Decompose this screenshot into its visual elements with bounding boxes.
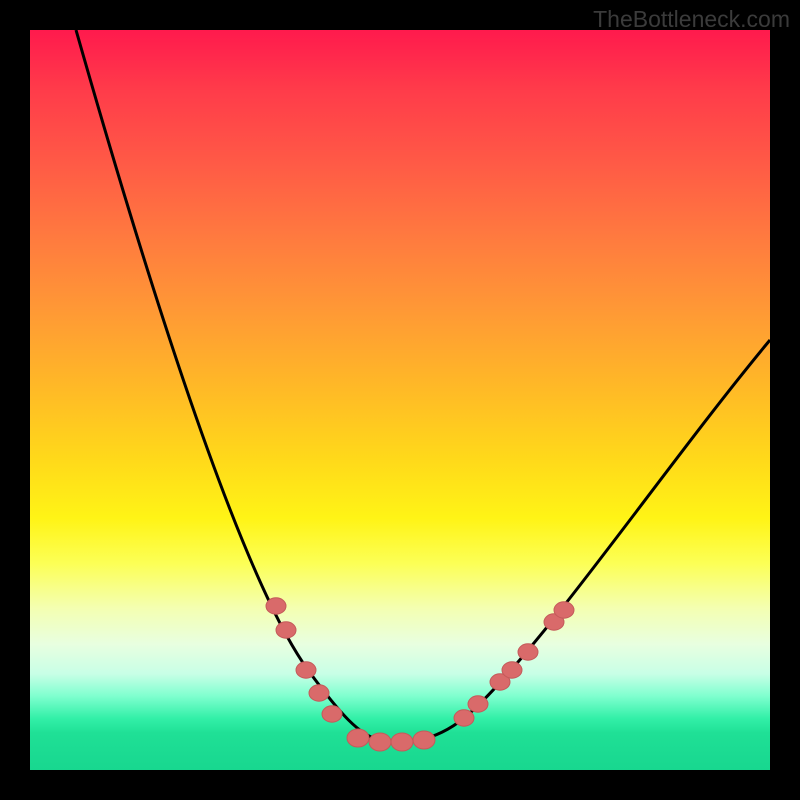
data-marker <box>391 733 413 751</box>
chart-frame: TheBottleneck.com <box>0 0 800 800</box>
data-marker <box>468 696 488 712</box>
data-marker <box>369 733 391 751</box>
data-marker <box>276 622 296 638</box>
data-marker <box>454 710 474 726</box>
data-marker <box>296 662 316 678</box>
marker-group <box>266 598 574 751</box>
data-marker <box>309 685 329 701</box>
data-marker <box>554 602 574 618</box>
bottleneck-curve <box>76 30 770 742</box>
data-marker <box>347 729 369 747</box>
watermark-text: TheBottleneck.com <box>593 6 790 33</box>
chart-svg <box>30 30 770 770</box>
data-marker <box>413 731 435 749</box>
plot-area <box>30 30 770 770</box>
data-marker <box>266 598 286 614</box>
data-marker <box>518 644 538 660</box>
data-marker <box>322 706 342 722</box>
data-marker <box>502 662 522 678</box>
